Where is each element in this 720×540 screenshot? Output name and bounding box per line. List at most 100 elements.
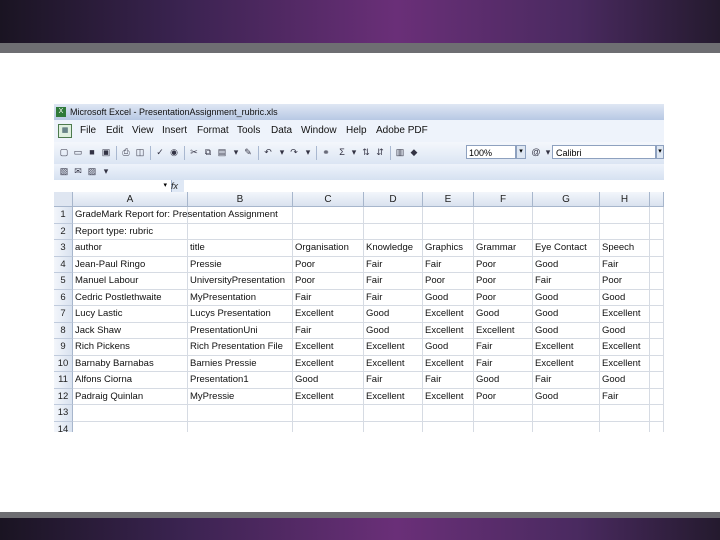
cell-f14[interactable] [474,421,533,432]
cell-h12[interactable]: Fair [600,388,650,405]
row-header[interactable]: 2 [54,223,73,240]
cell-d3[interactable]: Knowledge [364,240,423,257]
cell-f1[interactable] [474,207,533,224]
chart-wizard-icon[interactable]: ▥ [394,146,406,159]
cell-a2[interactable]: Report type: rubric [73,223,188,240]
cell-g5[interactable]: Fair [533,273,600,290]
name-box[interactable]: ▾ [54,180,172,192]
cell-g8[interactable]: Good [533,322,600,339]
cell-e1[interactable] [423,207,474,224]
cell-e12[interactable]: Excellent [423,388,474,405]
cell-a14[interactable] [73,421,188,432]
cell-a3[interactable]: author [73,240,188,257]
paste-dropdown-icon[interactable]: ▾ [230,146,242,159]
row-header[interactable]: 10 [54,355,73,372]
column-header-g[interactable]: G [533,192,600,207]
insert-function-icon[interactable]: fx [171,180,178,192]
cell-d9[interactable]: Excellent [364,339,423,356]
permission-icon[interactable]: ▣ [100,146,112,159]
menu-data[interactable]: Data [271,120,292,142]
cell-c11[interactable]: Good [293,372,364,389]
cell-c5[interactable]: Poor [293,273,364,290]
cell-b4[interactable]: Pressie [188,256,293,273]
cell-e7[interactable]: Excellent [423,306,474,323]
cell-a12[interactable]: Padraig Quinlan [73,388,188,405]
spelling-icon[interactable]: ✓ [154,146,166,159]
cell-c9[interactable]: Excellent [293,339,364,356]
cell-h13[interactable] [600,405,650,422]
column-header-d[interactable]: D [364,192,423,207]
cell-c8[interactable]: Fair [293,322,364,339]
cell-a5[interactable]: Manuel Labour [73,273,188,290]
cell-c4[interactable]: Poor [293,256,364,273]
cell-d4[interactable]: Fair [364,256,423,273]
cell-b8[interactable]: PresentationUni [188,322,293,339]
cell-g1[interactable] [533,207,600,224]
row-header[interactable]: 5 [54,273,73,290]
drawing-icon[interactable]: ◆ [408,146,420,159]
cell-f10[interactable]: Fair [474,355,533,372]
cell-e4[interactable]: Fair [423,256,474,273]
copy-icon[interactable]: ⧉ [202,146,214,159]
cell-b7[interactable]: Lucys Presentation [188,306,293,323]
cell-g11[interactable]: Fair [533,372,600,389]
cell-d7[interactable]: Good [364,306,423,323]
cell-h4[interactable]: Fair [600,256,650,273]
open-icon[interactable]: ▭ [72,146,84,159]
row-header[interactable]: 4 [54,256,73,273]
menu-help[interactable]: Help [346,120,367,142]
cell-d5[interactable]: Fair [364,273,423,290]
column-header-h[interactable]: H [600,192,650,207]
cell-e3[interactable]: Graphics [423,240,474,257]
cell-f6[interactable]: Poor [474,289,533,306]
save-icon[interactable]: ■ [86,146,98,159]
cell-f13[interactable] [474,405,533,422]
cell-c14[interactable] [293,421,364,432]
cell-g7[interactable]: Good [533,306,600,323]
cell-e5[interactable]: Poor [423,273,474,290]
sort-ascending-icon[interactable]: ⇅ [360,146,372,159]
cell-d8[interactable]: Good [364,322,423,339]
cell-a11[interactable]: Alfons Ciorna [73,372,188,389]
column-header-a[interactable]: A [73,192,188,207]
cut-icon[interactable]: ✂ [188,146,200,159]
cell-d1[interactable] [364,207,423,224]
cell-f8[interactable]: Excellent [474,322,533,339]
cell-a10[interactable]: Barnaby Barnabas [73,355,188,372]
cell-b13[interactable] [188,405,293,422]
font-dropdown-icon[interactable]: ▾ [656,145,664,159]
menu-window[interactable]: Window [301,120,337,142]
cell-h9[interactable]: Excellent [600,339,650,356]
cell-c12[interactable]: Excellent [293,388,364,405]
row-header[interactable]: 1 [54,207,73,224]
row-header[interactable]: 14 [54,421,73,432]
cell-a4[interactable]: Jean-Paul Ringo [73,256,188,273]
cell-g12[interactable]: Good [533,388,600,405]
cell-c2[interactable] [293,223,364,240]
cell-e14[interactable] [423,421,474,432]
cell-f11[interactable]: Good [474,372,533,389]
cell-f5[interactable]: Poor [474,273,533,290]
menu-adobe-pdf[interactable]: Adobe PDF [376,120,428,142]
column-header-b[interactable]: B [188,192,293,207]
cell-a6[interactable]: Cedric Postlethwaite [73,289,188,306]
row-header[interactable]: 8 [54,322,73,339]
cell-h11[interactable]: Good [600,372,650,389]
cell-b3[interactable]: title [188,240,293,257]
format-painter-icon[interactable]: ✎ [242,146,254,159]
cell-g2[interactable] [533,223,600,240]
menu-insert[interactable]: Insert [162,120,187,142]
column-header-e[interactable]: E [423,192,474,207]
cell-g6[interactable]: Good [533,289,600,306]
hyperlink-icon[interactable]: ⚭ [320,146,332,159]
print-icon[interactable]: ⎙ [120,146,132,159]
zoom-field[interactable]: 100% [466,145,516,159]
autosum-dropdown-icon[interactable]: ▾ [348,146,360,159]
cell-c6[interactable]: Fair [293,289,364,306]
cell-h5[interactable]: Poor [600,273,650,290]
undo-dropdown-icon[interactable]: ▾ [276,146,288,159]
convert-to-pdf-icon[interactable]: ▧ [58,165,70,178]
autosum-icon[interactable]: Σ [336,146,348,159]
cell-c7[interactable]: Excellent [293,306,364,323]
column-header-c[interactable]: C [293,192,364,207]
